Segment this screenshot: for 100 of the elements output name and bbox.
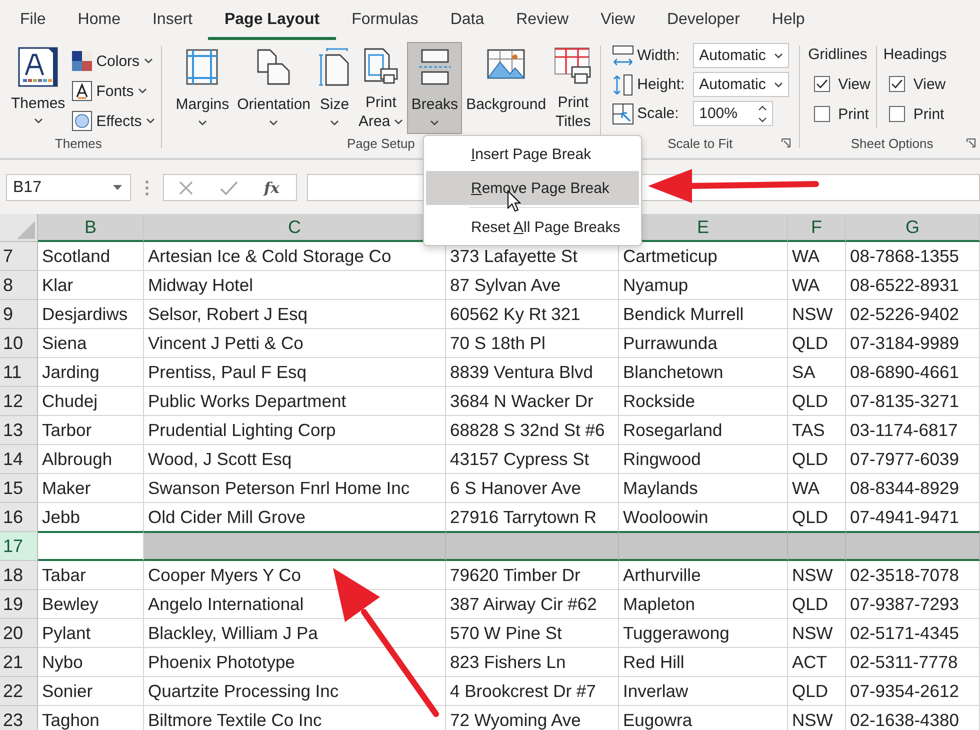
ribbon-button[interactable]: Size [314,42,355,134]
table-cell: 07-8135-3271 [846,387,980,416]
table-cell: 87 Sylvan Ave [446,271,619,300]
ribbon-button[interactable]: Margins [172,42,234,134]
table-cell: 70 S 18th Pl [446,329,619,358]
dialog-launcher-icon[interactable] [966,138,976,148]
grip-icon [145,180,149,196]
table-cell: NSW [788,561,846,590]
table-cell: Arthurville [619,561,788,590]
table-cell: NSW [788,300,846,329]
table-cell: WA [788,242,846,271]
print-titles-icon [554,47,592,85]
row-header[interactable]: 21 [0,648,38,677]
color-palette-icon [72,51,92,71]
column-header[interactable]: B [38,214,144,242]
column-header[interactable]: F [788,214,846,242]
theme-option-button[interactable]: Colors [70,47,157,75]
row-header[interactable]: 17 [0,532,38,561]
table-cell: Chudej [38,387,144,416]
ribbon-tab[interactable]: Developer [650,0,756,40]
table-cell: Sonier [38,677,144,706]
ribbon-tab[interactable]: Review [500,0,585,40]
chevron-down-icon [146,118,155,124]
insert-function-button[interactable]: fx [264,178,280,196]
table-cell: 03-1174-6817 [846,416,980,445]
row-header[interactable]: 8 [0,271,38,300]
ribbon-button[interactable]: Background [462,42,550,134]
row-header[interactable]: 7 [0,242,38,271]
table-cell: Public Works Department [144,387,446,416]
ribbon-button[interactable]: Print Area [354,42,408,134]
themes-icon [18,47,58,87]
menu-item[interactable]: Remove Page Break [426,171,639,205]
row-header[interactable]: 23 [0,706,38,730]
row-header[interactable]: 19 [0,590,38,619]
table-cell: ACT [788,648,846,677]
row-header[interactable]: 11 [0,358,38,387]
row-header[interactable]: 14 [0,445,38,474]
theme-option-button[interactable]: Effects [70,107,157,135]
dropdown-field[interactable]: Automatic [693,43,790,68]
table-cell: Tuggerawong [619,619,788,648]
ribbon-tab[interactable]: Data [434,0,500,40]
ribbon-button[interactable]: Breaks [407,42,462,134]
column-header[interactable]: G [846,214,980,242]
table-cell: 72 Wyoming Ave [446,706,619,730]
ribbon-button[interactable]: Print Titles [550,42,596,134]
table-cell: Tarbor [38,416,144,445]
checkbox[interactable]: View [883,72,947,96]
dropdown-field[interactable]: Automatic [693,72,790,97]
row-header[interactable]: 9 [0,300,38,329]
width-icon [611,44,636,66]
table-cell: 02-5226-9402 [846,300,980,329]
selected-cell [788,531,846,561]
checkbox[interactable]: Print [883,102,947,126]
theme-option-button[interactable]: Fonts [70,77,157,105]
ribbon-tab[interactable]: Formulas [336,0,434,40]
ribbon-tab[interactable]: Insert [136,0,208,40]
row-header[interactable]: 16 [0,503,38,532]
table-cell: Phoenix Phototype [144,648,446,677]
ribbon-tab[interactable]: Help [756,0,821,40]
table-cell: QLD [788,329,846,358]
table-cell: QLD [788,677,846,706]
table-cell: 02-1638-4380 [846,706,980,730]
ribbon-tab[interactable]: Home [62,0,136,40]
checkmark-icon[interactable] [220,180,238,196]
table-cell: 08-6890-4661 [846,358,980,387]
row-header[interactable]: 22 [0,677,38,706]
dialog-launcher-icon[interactable] [781,138,792,148]
height-icon [611,74,636,96]
table-cell: Siena [38,329,144,358]
table-cell: 07-3184-9989 [846,329,980,358]
field-label: Height: [637,76,686,93]
spinner-arrows-icon [758,104,768,124]
ribbon-tab[interactable]: File [4,0,62,40]
ribbon-button[interactable]: Orientation [233,42,315,134]
table-cell: 3684 N Wacker Dr [446,387,619,416]
row-header[interactable]: 13 [0,416,38,445]
row-header[interactable]: 20 [0,619,38,648]
checkbox[interactable]: Print [808,102,870,126]
table-cell: 68828 S 32nd St #6 [446,416,619,445]
name-box[interactable]: B17 [6,174,131,201]
chevron-down-icon [138,88,147,94]
table-cell: NSW [788,706,846,730]
row-header[interactable]: 15 [0,474,38,503]
table-cell: Vincent J Petti & Co [144,329,446,358]
table-cell: QLD [788,387,846,416]
table-cell: 6 S Hanover Ave [446,474,619,503]
spinner-field[interactable]: 100% [693,101,774,126]
checkbox[interactable]: View [808,72,870,96]
row-header[interactable]: 12 [0,387,38,416]
table-cell: Scotland [38,242,144,271]
table-cell: Rockside [619,387,788,416]
print-area-icon [362,47,399,85]
menu-item[interactable]: Insert Page Break [426,137,639,171]
table-cell: Wood, J Scott Esq [144,445,446,474]
page-breaks-icon [418,47,451,87]
checkmark-icon [816,79,828,89]
themes-button[interactable]: Themes [8,42,68,134]
row-header[interactable]: 18 [0,561,38,590]
row-header[interactable]: 10 [0,329,38,358]
ribbon-tab[interactable]: View [584,0,651,40]
